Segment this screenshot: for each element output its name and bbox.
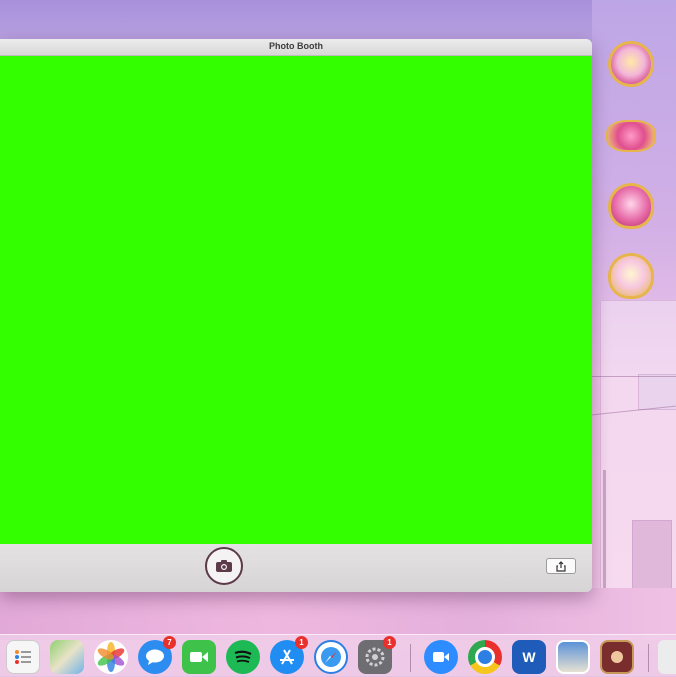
app-store-badge: 1 xyxy=(295,636,308,649)
share-icon xyxy=(556,560,566,572)
photo-booth-icon[interactable] xyxy=(600,640,634,674)
photo-booth-window: Photo Booth xyxy=(0,39,592,592)
chrome-icon[interactable] xyxy=(468,640,502,674)
share-button[interactable] xyxy=(546,558,576,574)
zoom-icon[interactable] xyxy=(424,640,458,674)
take-photo-button[interactable] xyxy=(205,547,243,585)
camera-icon xyxy=(216,560,232,572)
bottom-toolbar xyxy=(0,544,592,592)
heart-brooch-icon[interactable] xyxy=(607,182,655,230)
wallpaper-bottom xyxy=(0,588,676,640)
dock-separator xyxy=(410,644,411,672)
safari-icon[interactable] xyxy=(314,640,348,674)
wallpaper-pole xyxy=(603,470,606,590)
messages-badge: 7 xyxy=(163,636,176,649)
wallpaper-window xyxy=(638,374,676,410)
downloads-icon[interactable] xyxy=(658,640,676,674)
brooch-icon[interactable] xyxy=(607,40,655,88)
app-store-icon[interactable]: 1 xyxy=(270,636,308,674)
reminders-icon[interactable] xyxy=(6,640,40,674)
window-title: Photo Booth xyxy=(269,41,323,51)
messages-icon[interactable]: 7 xyxy=(138,636,176,674)
winged-heart-brooch-icon[interactable] xyxy=(607,112,655,160)
maps-icon[interactable] xyxy=(50,640,84,674)
preview-icon[interactable] xyxy=(556,640,590,674)
wallpaper-wire xyxy=(592,376,676,377)
camera-preview xyxy=(0,56,592,544)
facetime-icon[interactable] xyxy=(182,640,216,674)
word-icon[interactable]: W xyxy=(512,640,546,674)
photos-icon[interactable] xyxy=(94,640,128,674)
word-icon-label: W xyxy=(522,649,536,665)
system-preferences-badge: 1 xyxy=(383,636,396,649)
wallpaper-top xyxy=(0,0,676,40)
dock-separator xyxy=(648,644,649,672)
system-preferences-icon[interactable]: 1 xyxy=(358,636,396,674)
spotify-icon[interactable] xyxy=(226,640,260,674)
title-bar[interactable]: Photo Booth xyxy=(0,39,592,56)
crystal-brooch-icon[interactable] xyxy=(607,252,655,300)
